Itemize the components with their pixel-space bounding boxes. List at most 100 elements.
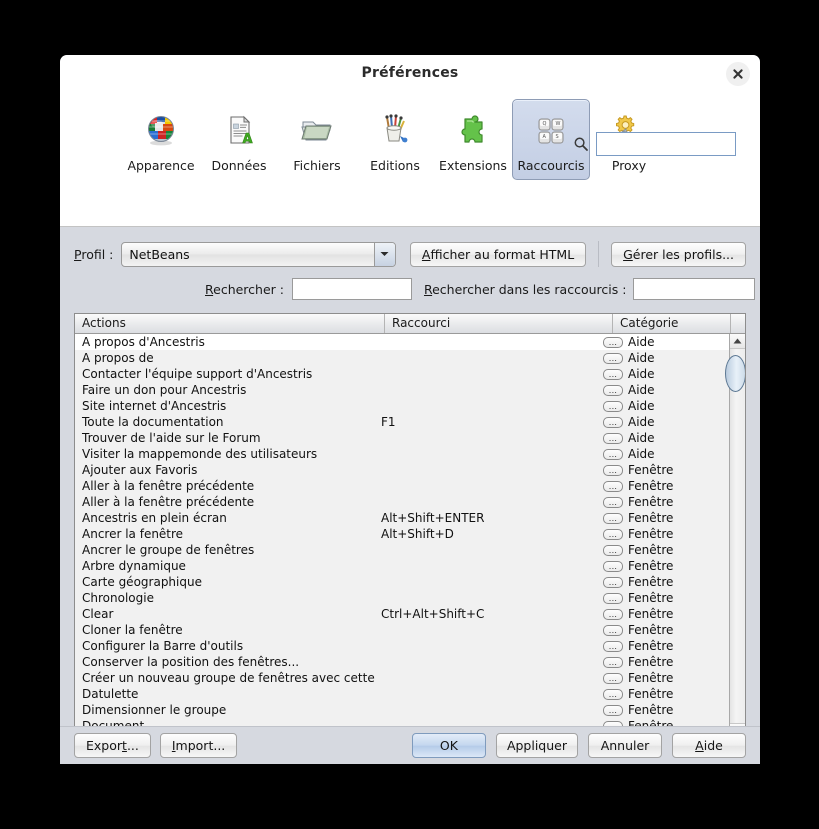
ellipsis-button-icon[interactable]: ... [603,704,623,716]
category-label: Aide [628,383,655,397]
table-row[interactable]: Toute la documentation F1... Aide [75,414,729,430]
scrollbar-track[interactable] [725,349,745,723]
vertical-scrollbar[interactable] [725,334,745,738]
table-row[interactable]: Contacter l'équipe support d'Ancestris..… [75,366,729,382]
table-row[interactable]: Ancrer le groupe de fenêtres... Fenêtre [75,542,729,558]
ellipsis-button-icon[interactable]: ... [603,576,623,588]
cell-category: ... Fenêtre [600,671,729,685]
table-row[interactable]: Datulette... Fenêtre [75,686,729,702]
table-row[interactable]: Trouver de l'aide sur le Forum... Aide [75,430,729,446]
cell-category: ... Fenêtre [600,479,729,493]
find-input[interactable] [291,278,412,300]
table-row[interactable]: Arbre dynamique... Fenêtre [75,558,729,574]
ellipsis-button-icon[interactable]: ... [603,544,623,556]
table-row[interactable]: Clear Ctrl+Alt+Shift+C... Fenêtre [75,606,729,622]
profile-selected-value: NetBeans [129,246,190,262]
table-row[interactable]: Ancestris en plein écran Alt+Shift+ENTER.… [75,510,729,526]
cancel-button[interactable]: Annuler [588,733,662,758]
ellipsis-button-icon[interactable]: ... [603,368,623,380]
cell-category: ... Aide [600,415,729,429]
cell-action: Dimensionner le groupe [82,703,227,717]
toolbar-item-fichiers[interactable]: Fichiers [278,99,356,180]
ellipsis-button-icon[interactable]: ... [603,496,623,508]
cell-category: ... Fenêtre [600,527,729,541]
ellipsis-button-icon[interactable]: ... [603,672,623,684]
chevron-down-icon[interactable] [373,242,395,266]
toolbar-item-donnees[interactable]: A Données [200,99,278,180]
table-row[interactable]: Carte géographique... Fenêtre [75,574,729,590]
table-row[interactable]: Faire un don pour Ancestris... Aide [75,382,729,398]
ellipsis-button-icon[interactable]: ... [603,608,623,620]
ellipsis-button-icon[interactable]: ... [603,656,623,668]
category-label: Aide [628,335,655,349]
cell-category: ... Fenêtre [600,575,729,589]
footer-left-buttons: Export... Import... [74,733,238,758]
table-row[interactable]: Ajouter aux Favoris... Fenêtre [75,462,729,478]
column-header-raccourci[interactable]: Raccourci [385,314,613,333]
cell-category: ... Aide [600,351,729,365]
toolbar-item-extensions[interactable]: Extensions [434,99,512,180]
ellipsis-button-icon[interactable]: ... [603,688,623,700]
category-label: Fenêtre [628,703,674,717]
puzzle-piece-icon [451,108,495,152]
ellipsis-button-icon[interactable]: ... [603,416,623,428]
category-label: Aide [628,399,655,413]
ellipsis-button-icon[interactable]: ... [603,352,623,364]
scroll-up-arrow-icon[interactable] [730,334,745,349]
manage-profiles-button[interactable]: Gérer les profils... [611,241,746,267]
toolbar-search [573,132,736,156]
table-row[interactable]: Chronologie... Fenêtre [75,590,729,606]
table-row[interactable]: Aller à la fenêtre précédente... Fenêtre [75,494,729,510]
show-html-format-button[interactable]: Afficher au format HTML [409,241,587,267]
ellipsis-button-icon[interactable]: ... [603,560,623,572]
close-button[interactable] [726,62,750,86]
ellipsis-button-icon[interactable]: ... [603,448,623,460]
ok-button[interactable]: OK [411,733,486,758]
table-row[interactable]: Dimensionner le groupe... Fenêtre [75,702,729,718]
cell-category: ... Fenêtre [600,591,729,605]
cell-category: ... Fenêtre [600,511,729,525]
toolbar-item-editions[interactable]: Editions [356,99,434,180]
import-button[interactable]: Import... [159,733,238,758]
export-button[interactable]: Export... [74,733,151,758]
ellipsis-button-icon[interactable]: ... [603,592,623,604]
toolbar-item-label: Editions [370,158,420,173]
table-row[interactable]: Site internet d'Ancestris... Aide [75,398,729,414]
cell-category: ... Fenêtre [600,703,729,717]
ellipsis-button-icon[interactable]: ... [603,528,623,540]
table-body-area: A propos d'Ancestris... Aide A propos de..… [75,334,745,738]
preferences-content: Profil : NetBeans Afficher au format HTM… [60,227,760,764]
ellipsis-button-icon[interactable]: ... [603,640,623,652]
toolbar-search-input[interactable] [596,132,736,156]
column-header-categorie[interactable]: Catégorie [613,314,730,333]
ellipsis-button-icon[interactable]: ... [603,512,623,524]
apply-button[interactable]: Appliquer [495,733,578,758]
ellipsis-button-icon[interactable]: ... [603,336,623,348]
ellipsis-button-icon[interactable]: ... [603,480,623,492]
table-row[interactable]: A propos d'Ancestris... Aide [75,334,729,350]
table-row[interactable]: Ancrer la fenêtre Alt+Shift+D... Fenêtre [75,526,729,542]
table-row[interactable]: Aller à la fenêtre précédente... Fenêtre [75,478,729,494]
profile-select[interactable]: NetBeans [121,241,396,267]
help-button[interactable]: Aide [672,733,746,758]
ellipsis-button-icon[interactable]: ... [603,464,623,476]
shortcuts-table: Actions Raccourci Catégorie A propos d'A… [74,313,746,739]
cell-category: ... Fenêtre [600,543,729,557]
table-row[interactable]: Conserver la position des fenêtres......… [75,654,729,670]
ellipsis-button-icon[interactable]: ... [603,384,623,396]
table-row[interactable]: Créer un nouveau groupe de fenêtres avec… [75,670,729,686]
table-row[interactable]: A propos de... Aide [75,350,729,366]
ellipsis-button-icon[interactable]: ... [603,624,623,636]
table-row[interactable]: Visiter la mappemonde des utilisateurs..… [75,446,729,462]
ellipsis-button-icon[interactable]: ... [603,400,623,412]
close-icon [733,69,743,79]
scrollbar-thumb[interactable] [725,355,745,392]
ellipsis-button-icon[interactable]: ... [603,432,623,444]
toolbar-item-apparence[interactable]: Apparence [122,99,200,180]
keyboard-keys-icon: Q W A S [529,108,573,152]
column-header-actions[interactable]: Actions [75,314,385,333]
cell-action: Ajouter aux Favoris [82,463,198,477]
find-in-shortcuts-input[interactable] [633,278,756,300]
table-row[interactable]: Cloner la fenêtre... Fenêtre [75,622,729,638]
table-row[interactable]: Configurer la Barre d'outils... Fenêtre [75,638,729,654]
